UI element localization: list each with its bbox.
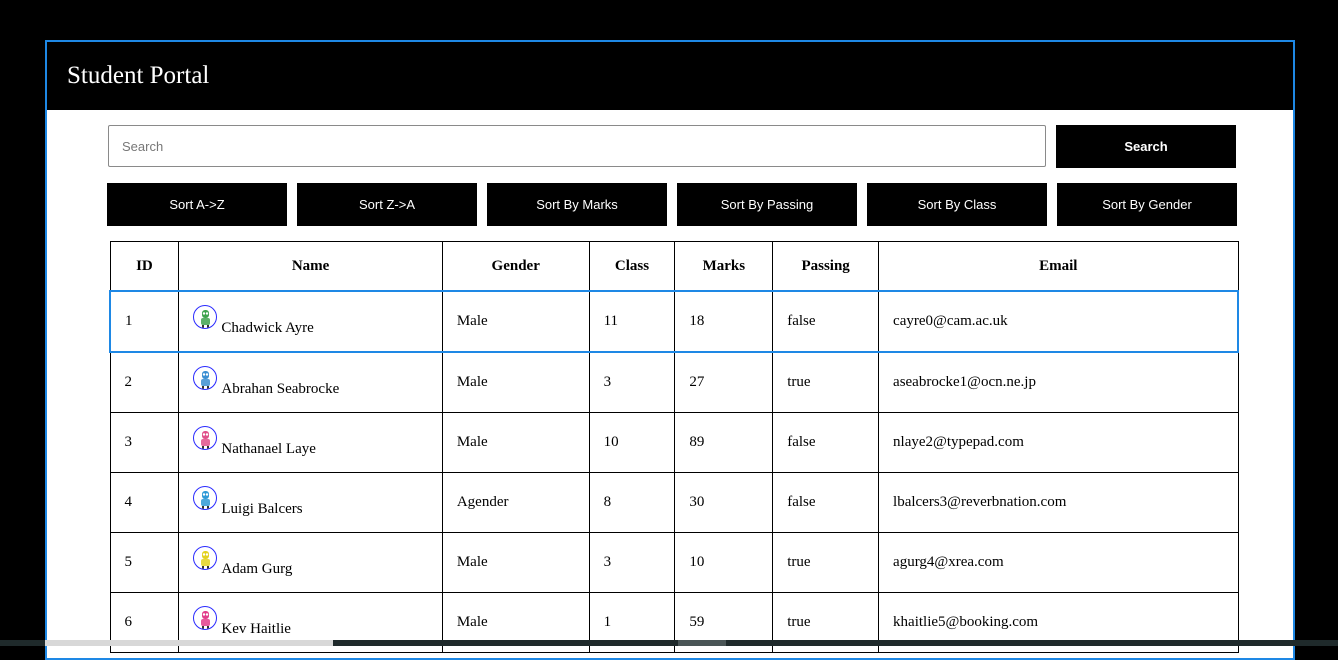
cell-email: lbalcers3@reverbnation.com bbox=[878, 472, 1239, 533]
column-header-id[interactable]: ID bbox=[109, 241, 180, 292]
robot-avatar-icon bbox=[193, 605, 218, 630]
column-header-passing[interactable]: Passing bbox=[772, 241, 880, 292]
cell-passing: true bbox=[772, 351, 880, 413]
scrollbar-thumb[interactable] bbox=[45, 640, 333, 646]
app-header: Student Portal bbox=[47, 42, 1293, 110]
student-name: Luigi Balcers bbox=[221, 500, 303, 517]
cell-class: 10 bbox=[588, 412, 676, 473]
sort-by-marks-button[interactable]: Sort By Marks bbox=[487, 183, 667, 226]
student-name: Kev Haitlie bbox=[221, 620, 291, 637]
cell-class: 11 bbox=[588, 290, 676, 353]
table-row[interactable]: 2 Abrahan Seabrocke Male 3 27 true aseabrocke1… bbox=[109, 351, 1239, 413]
cell-email: aseabrocke1@ocn.ne.jp bbox=[878, 351, 1239, 413]
cell-marks: 18 bbox=[674, 290, 774, 353]
sort-by-gender-button[interactable]: Sort By Gender bbox=[1057, 183, 1237, 226]
student-name: Adam Gurg bbox=[221, 560, 293, 577]
sort-z-a-button[interactable]: Sort Z->A bbox=[297, 183, 477, 226]
table-header-row: ID Name Gender Class Marks Passing Email bbox=[109, 241, 1239, 292]
cell-email: agurg4@xrea.com bbox=[878, 532, 1239, 593]
cell-marks: 27 bbox=[674, 351, 774, 413]
students-table: ID Name Gender Class Marks Passing Email… bbox=[109, 241, 1240, 653]
cell-passing: true bbox=[772, 532, 880, 593]
cell-gender: Male bbox=[441, 290, 590, 353]
sort-by-class-button[interactable]: Sort By Class bbox=[867, 183, 1047, 226]
column-header-email[interactable]: Email bbox=[878, 241, 1239, 292]
cell-passing: false bbox=[772, 412, 880, 473]
cell-marks: 89 bbox=[674, 412, 774, 473]
search-input[interactable] bbox=[108, 125, 1046, 167]
student-name: Abrahan Seabrocke bbox=[221, 380, 340, 397]
robot-avatar-icon bbox=[193, 304, 218, 329]
cell-name: Nathanael Laye bbox=[178, 412, 443, 473]
cell-class: 8 bbox=[588, 472, 676, 533]
cell-passing: false bbox=[772, 472, 880, 533]
table-row[interactable]: 1 Chadwick Ayre Male 11 18 false cayre0@cam.ac… bbox=[109, 290, 1240, 353]
student-name: Nathanael Laye bbox=[221, 440, 316, 457]
name-cell-content: Kev Haitlie bbox=[193, 605, 427, 638]
cell-gender: Agender bbox=[441, 472, 590, 533]
column-header-class[interactable]: Class bbox=[588, 241, 676, 292]
cell-name: Luigi Balcers bbox=[178, 472, 443, 533]
app-title: Student Portal bbox=[67, 62, 210, 89]
cell-id: 4 bbox=[109, 472, 180, 533]
cell-name: Abrahan Seabrocke bbox=[178, 351, 443, 413]
column-header-name[interactable]: Name bbox=[178, 241, 443, 292]
column-header-gender[interactable]: Gender bbox=[441, 241, 590, 292]
name-cell-content: Nathanael Laye bbox=[193, 425, 427, 458]
cell-id: 1 bbox=[109, 290, 180, 353]
cell-marks: 10 bbox=[674, 532, 774, 593]
cell-class: 3 bbox=[588, 532, 676, 593]
app-window: Student Portal Search Sort A->Z Sort Z->… bbox=[45, 40, 1295, 660]
robot-avatar-icon bbox=[193, 545, 218, 570]
robot-avatar-icon bbox=[193, 425, 218, 450]
sort-by-passing-button[interactable]: Sort By Passing bbox=[677, 183, 857, 226]
name-cell-content: Adam Gurg bbox=[193, 545, 427, 578]
bottom-scrollbar[interactable] bbox=[0, 640, 1338, 646]
cell-name: Chadwick Ayre bbox=[178, 290, 443, 353]
robot-avatar-icon bbox=[193, 365, 218, 390]
cell-id: 2 bbox=[109, 351, 180, 413]
table-row[interactable]: 5 Adam Gurg Male 3 10 true agurg4@xrea.com bbox=[109, 532, 1239, 593]
cell-gender: Male bbox=[441, 351, 590, 413]
cell-class: 3 bbox=[588, 351, 676, 413]
name-cell-content: Chadwick Ayre bbox=[193, 304, 427, 337]
cell-gender: Male bbox=[441, 532, 590, 593]
cell-email: cayre0@cam.ac.uk bbox=[878, 290, 1240, 353]
cell-email: nlaye2@typepad.com bbox=[878, 412, 1239, 473]
cell-id: 3 bbox=[109, 412, 180, 473]
scrollbar-segment bbox=[678, 640, 726, 646]
table-body: 1 Chadwick Ayre Male 11 18 false cayre0@cam.ac… bbox=[109, 290, 1240, 653]
cell-id: 5 bbox=[109, 532, 180, 593]
student-name: Chadwick Ayre bbox=[221, 319, 314, 336]
sort-a-z-button[interactable]: Sort A->Z bbox=[107, 183, 287, 226]
robot-avatar-icon bbox=[193, 485, 218, 510]
cell-marks: 30 bbox=[674, 472, 774, 533]
name-cell-content: Abrahan Seabrocke bbox=[193, 365, 427, 398]
cell-name: Adam Gurg bbox=[178, 532, 443, 593]
name-cell-content: Luigi Balcers bbox=[193, 485, 427, 518]
table-row[interactable]: 4 Luigi Balcers Agender 8 30 false lbalcers3@r… bbox=[109, 472, 1239, 533]
search-button[interactable]: Search bbox=[1056, 125, 1236, 168]
table-row[interactable]: 3 Nathanael Laye Male 10 89 false nlaye2@typep… bbox=[109, 412, 1239, 473]
cell-gender: Male bbox=[441, 412, 590, 473]
column-header-marks[interactable]: Marks bbox=[674, 241, 774, 292]
cell-passing: false bbox=[772, 290, 880, 353]
